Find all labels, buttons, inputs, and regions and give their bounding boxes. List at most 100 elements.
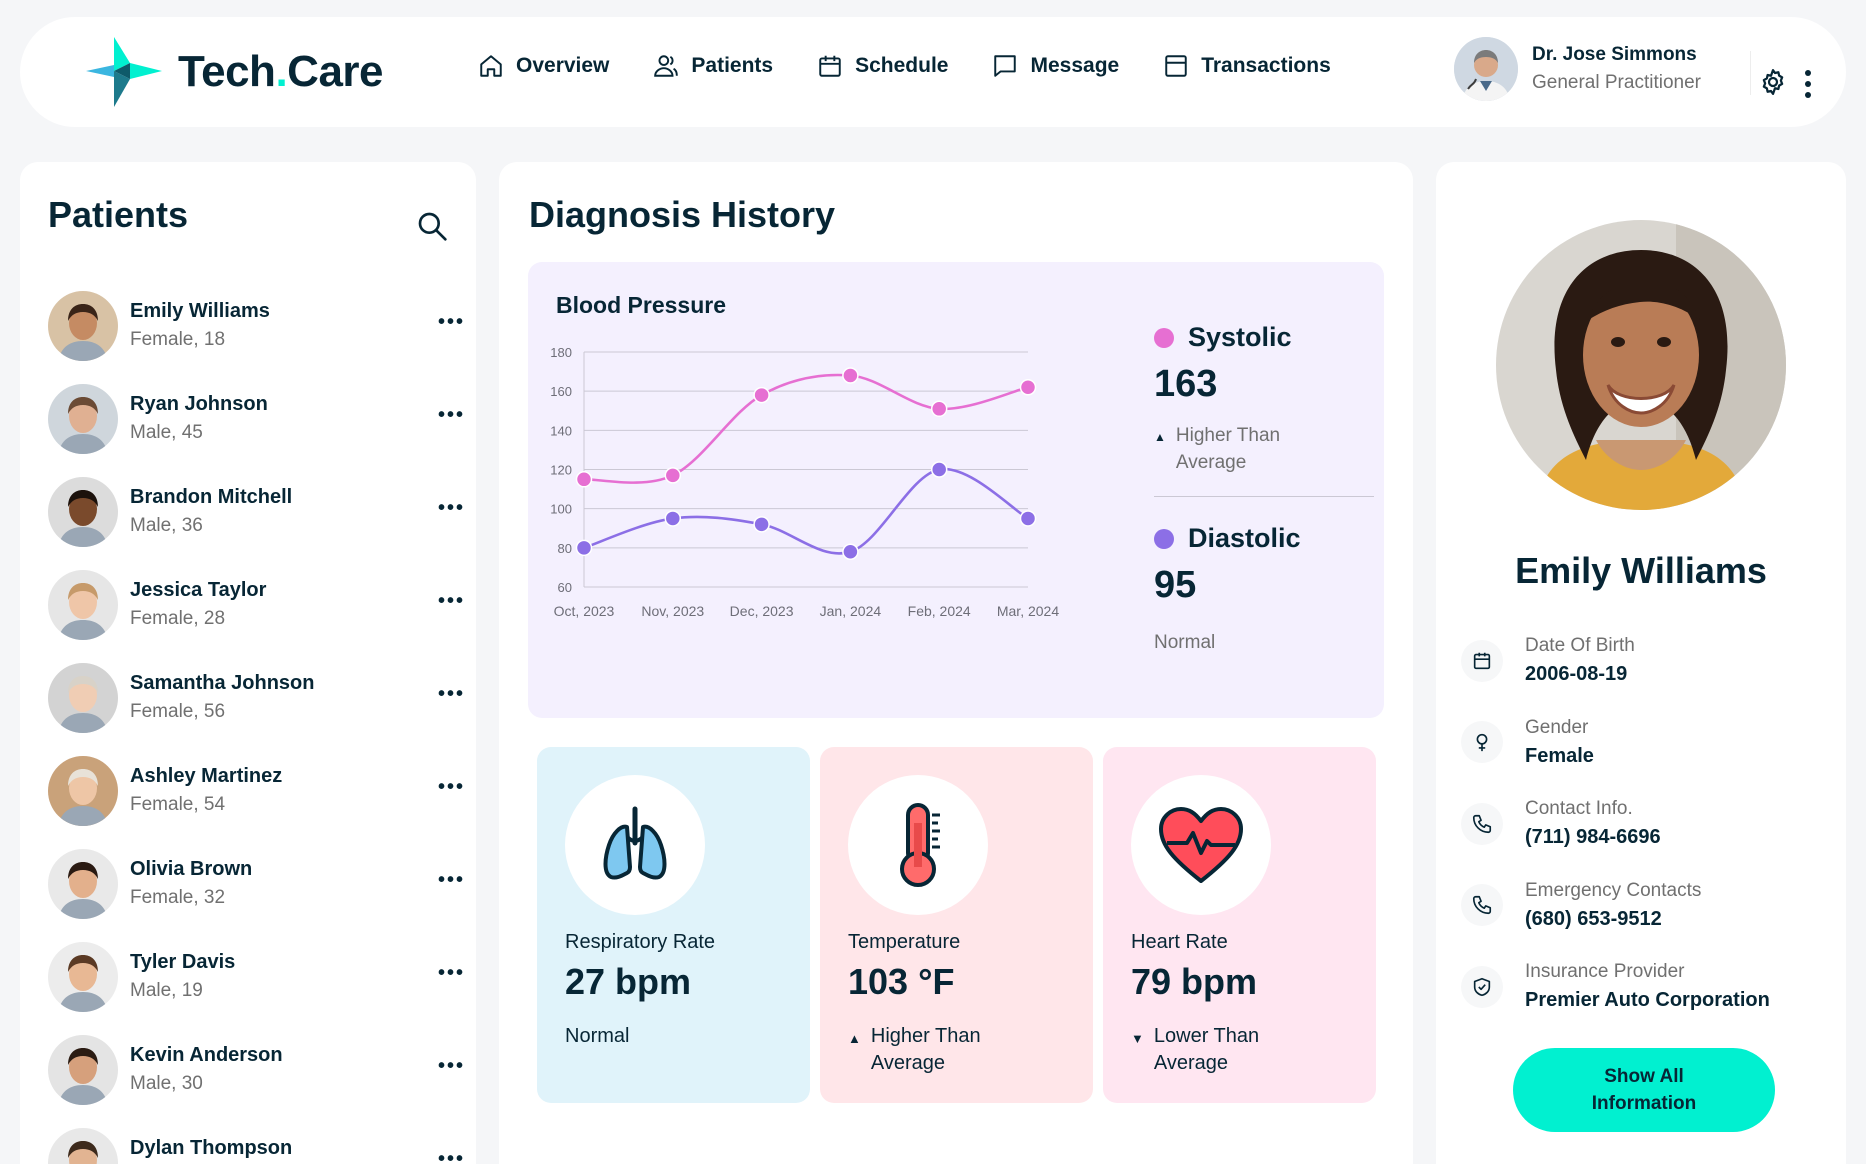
y-tick-label: 60 xyxy=(558,580,572,595)
data-point-diastolic xyxy=(664,510,682,527)
patient-row[interactable]: Dylan ThompsonMale, 36 ••• xyxy=(48,1116,468,1164)
more-horizontal-icon[interactable]: ••• xyxy=(438,963,465,983)
patient-name: Emily Williams xyxy=(130,300,270,322)
arrow-up-icon: ▲ xyxy=(1154,430,1166,444)
data-point-systolic xyxy=(664,467,682,484)
systolic-dot xyxy=(1154,327,1174,348)
more-horizontal-icon[interactable]: ••• xyxy=(438,1056,465,1076)
patient-avatar xyxy=(48,290,118,361)
patient-name: Brandon Mitchell xyxy=(130,486,293,508)
dob-value: 2006-08-19 xyxy=(1525,663,1628,686)
patient-avatar xyxy=(48,848,118,919)
info-emergency-text: Emergency Contacts (680) 653-9512 xyxy=(1525,880,1701,931)
patient-name: Kevin Anderson xyxy=(130,1044,283,1066)
main-nav: Overview Patients Schedule Message Trans… xyxy=(478,53,1331,79)
temperature-status-text: Higher Than Average xyxy=(870,1025,981,1074)
more-horizontal-icon[interactable]: ••• xyxy=(438,1149,465,1164)
data-point-systolic xyxy=(575,471,593,488)
patient-name: Ashley Martinez xyxy=(130,765,283,787)
diagnosis-title: Diagnosis History xyxy=(529,194,836,235)
nav-transactions[interactable]: Transactions xyxy=(1163,53,1331,79)
nav-divider xyxy=(1750,51,1751,95)
x-tick-label: Oct, 2023 xyxy=(554,603,615,619)
patient-row[interactable]: Ryan Johnson Male, 45 ••• xyxy=(48,372,468,465)
user-profile[interactable]: Dr. Jose Simmons General Practitioner xyxy=(1454,37,1701,101)
search-icon[interactable] xyxy=(416,210,448,242)
temperature-card: Temperature 103 °F ▲ Higher Than Average xyxy=(820,747,1093,1103)
nav-transactions-label: Transactions xyxy=(1201,54,1331,77)
patient-meta: Female, 18 xyxy=(130,329,226,350)
info-gender-text: Gender Female xyxy=(1525,717,1594,768)
arrow-up-icon: ▲ xyxy=(848,1031,861,1046)
heart-rate-value: 79 bpm xyxy=(1131,961,1258,1002)
x-tick-label: Nov, 2023 xyxy=(641,603,704,619)
data-point-diastolic xyxy=(575,539,593,557)
temperature-status: ▲ Higher Than Average xyxy=(848,1023,1031,1077)
diastolic-label: Diastolic xyxy=(1188,523,1301,553)
more-horizontal-icon[interactable]: ••• xyxy=(438,684,465,704)
patient-avatar xyxy=(48,1034,118,1105)
show-all-info-button[interactable]: Show All Information xyxy=(1513,1048,1775,1132)
bp-legend: Systolic 163 ▲ Higher Than Average Diast… xyxy=(1154,322,1374,656)
x-tick-label: Dec, 2023 xyxy=(730,603,794,619)
profile-panel: Emily Williams Date Of Birth 2006-08-19 … xyxy=(1436,162,1846,1164)
more-horizontal-icon[interactable]: ••• xyxy=(438,498,465,518)
info-dob-text: Date Of Birth 2006-08-19 xyxy=(1525,635,1635,686)
emergency-label: Emergency Contacts xyxy=(1525,879,1702,901)
x-tick-label: Jan, 2024 xyxy=(820,603,882,619)
user-name: Dr. Jose Simmons xyxy=(1532,44,1697,65)
more-horizontal-icon[interactable]: ••• xyxy=(438,870,465,890)
profile-info-list: Date Of Birth 2006-08-19 Gender Female C… xyxy=(1461,620,1770,1028)
profile-photo xyxy=(1496,220,1786,510)
users-icon xyxy=(654,55,679,77)
home-icon xyxy=(480,55,502,77)
legend-diastolic: Diastolic xyxy=(1154,523,1374,554)
patient-info: Kevin Anderson Male, 30 xyxy=(130,1044,283,1095)
brand-logo[interactable]: Tech.Care xyxy=(84,37,384,107)
heart-icon xyxy=(1159,807,1243,883)
nav-patients[interactable]: Patients xyxy=(653,53,773,79)
patient-row[interactable]: Tyler Davis Male, 19 ••• xyxy=(48,930,468,1023)
patient-row[interactable]: Kevin Anderson Male, 30 ••• xyxy=(48,1023,468,1116)
patient-name: Samantha Johnson xyxy=(130,672,315,694)
patient-meta: Female, 32 xyxy=(130,887,226,908)
more-horizontal-icon[interactable]: ••• xyxy=(438,405,465,425)
patient-row[interactable]: Ashley Martinez Female, 54 ••• xyxy=(48,744,468,837)
calendar-icon-wrap xyxy=(1461,639,1503,682)
nav-overview-label: Overview xyxy=(516,54,610,77)
y-tick-label: 140 xyxy=(550,423,572,438)
female-icon xyxy=(1476,734,1488,752)
more-horizontal-icon[interactable]: ••• xyxy=(438,591,465,611)
nav-overview[interactable]: Overview xyxy=(478,53,609,79)
patient-row[interactable]: Samantha Johnson Female, 56 ••• xyxy=(48,651,468,744)
patient-info: Samantha Johnson Female, 56 xyxy=(130,672,314,723)
patient-avatar xyxy=(48,476,118,547)
temperature-value: 103 °F xyxy=(848,961,955,1002)
patient-info: Ryan Johnson Male, 45 xyxy=(130,393,268,444)
patient-row[interactable]: Olivia Brown Female, 32 ••• xyxy=(48,837,468,930)
patient-meta: Male, 36 xyxy=(130,515,203,536)
x-tick-label: Mar, 2024 xyxy=(997,603,1059,619)
patient-info: Tyler Davis Male, 19 xyxy=(130,951,235,1002)
phone-icon xyxy=(1472,814,1492,833)
user-role: General Practitioner xyxy=(1532,72,1701,93)
patient-row[interactable]: Jessica Taylor Female, 28 ••• xyxy=(48,558,468,651)
y-tick-label: 120 xyxy=(550,463,572,478)
data-point-systolic xyxy=(1019,379,1037,396)
blood-pressure-card: Blood Pressure 60 80 100 120 140 160 180 Oct, 2… xyxy=(528,262,1384,718)
patient-row[interactable]: Brandon Mitchell Male, 36 ••• xyxy=(48,465,468,558)
info-dob: Date Of Birth 2006-08-19 xyxy=(1461,620,1770,702)
gear-icon[interactable] xyxy=(1758,67,1788,97)
more-vertical-icon[interactable] xyxy=(1804,69,1812,99)
more-horizontal-icon[interactable]: ••• xyxy=(438,312,465,332)
brand-name: Tech.Care xyxy=(178,47,384,96)
data-point-diastolic xyxy=(842,543,859,560)
user-avatar xyxy=(1454,37,1518,101)
patient-info: Olivia Brown Female, 32 xyxy=(130,858,252,909)
nav-schedule[interactable]: Schedule xyxy=(817,53,948,79)
nav-message[interactable]: Message xyxy=(992,53,1119,79)
more-horizontal-icon[interactable]: ••• xyxy=(438,777,465,797)
patient-row[interactable]: Emily Williams Female, 18 ••• xyxy=(48,279,468,372)
data-point-diastolic xyxy=(930,461,948,478)
contact-label: Contact Info. xyxy=(1525,798,1633,820)
